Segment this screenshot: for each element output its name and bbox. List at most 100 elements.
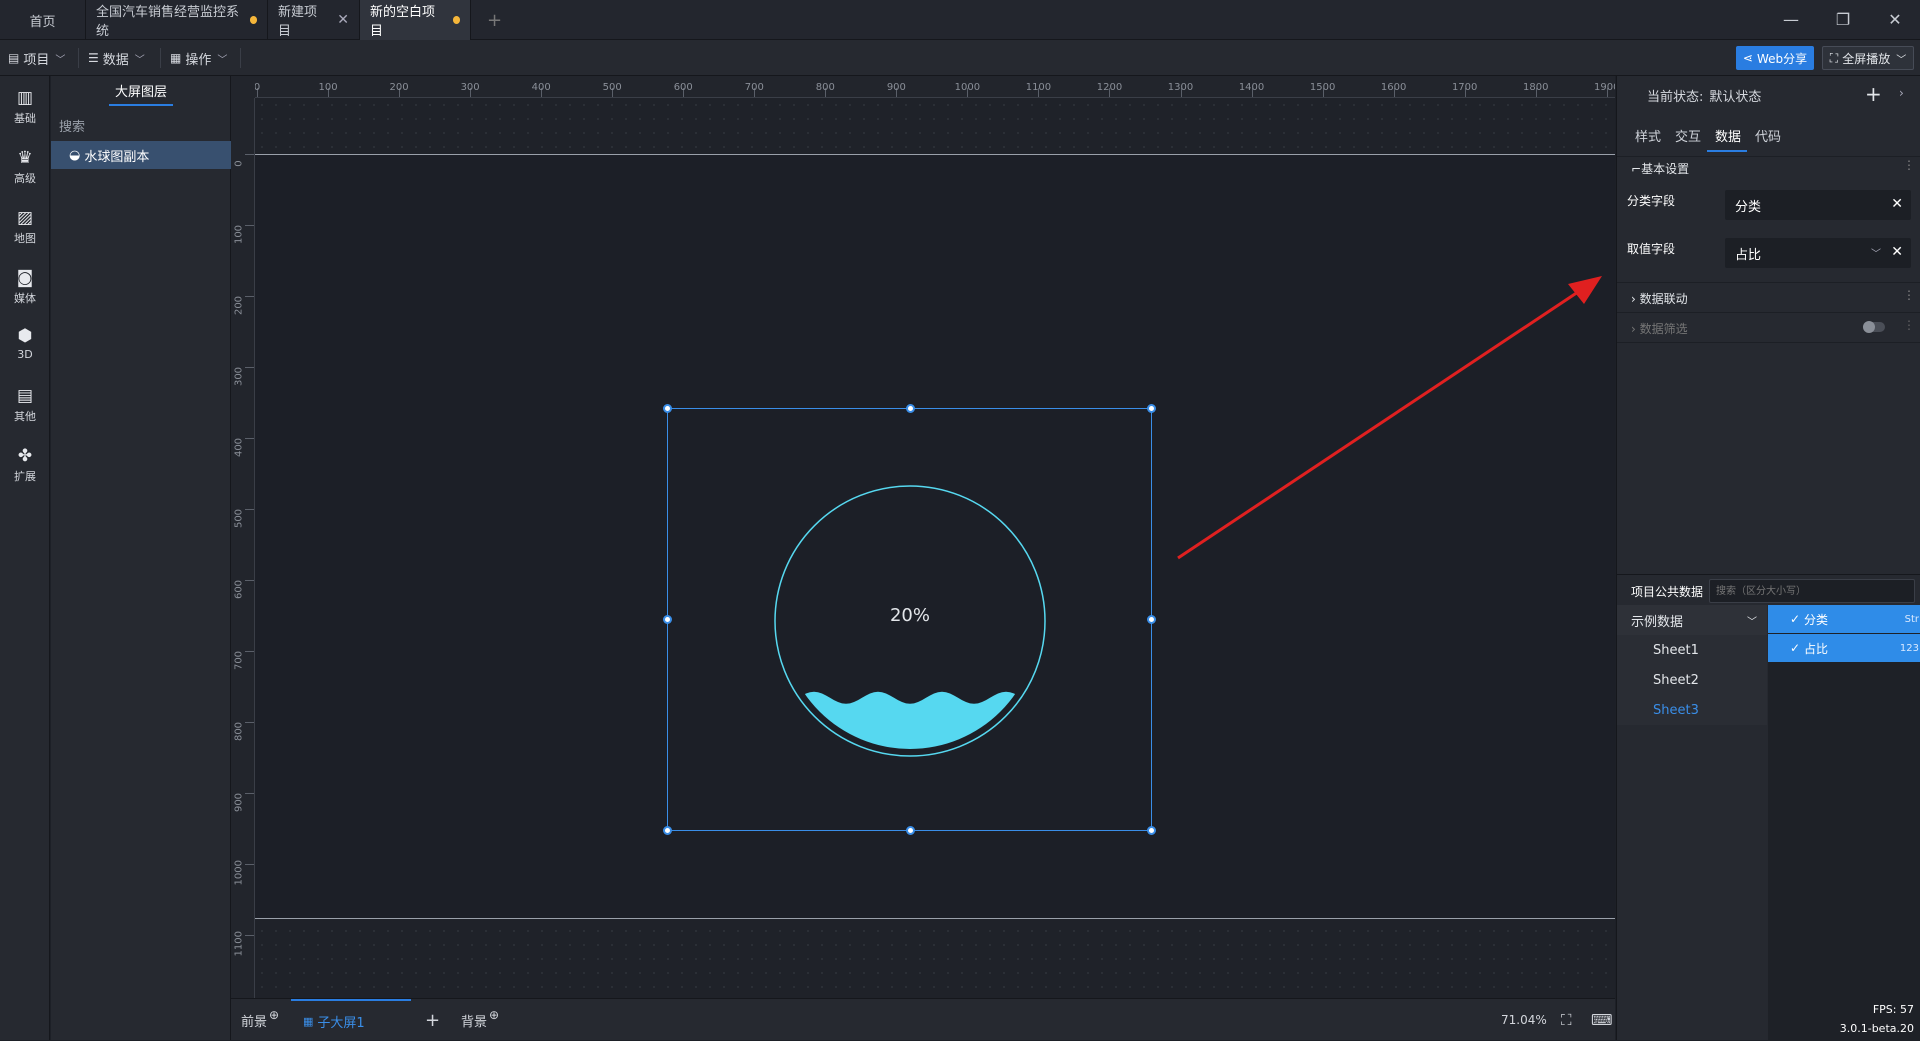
tab-interaction[interactable]: 交互 (1675, 126, 1701, 145)
category-field-label: 分类字段 (1627, 194, 1676, 208)
resize-handle[interactable] (1147, 615, 1156, 624)
resize-handle[interactable] (906, 404, 915, 413)
nav-label: 媒体 (14, 292, 36, 305)
close-window-icon[interactable]: ✕ (1880, 8, 1910, 32)
add-screen-icon[interactable]: + (425, 999, 440, 1041)
value-field-select[interactable]: 占比 ﹀ ✕ (1725, 238, 1911, 268)
data-filter-header[interactable]: › 数据筛选 (1631, 320, 1688, 337)
tab-code[interactable]: 代码 (1755, 126, 1781, 145)
nav-3d[interactable]: ⬢ 3D (0, 326, 50, 380)
add-circle-icon[interactable]: ⊕ (269, 1008, 279, 1022)
add-state-icon[interactable]: + (1865, 82, 1882, 106)
tab-car-sales-system[interactable]: 全国汽车销售经营监控系统 (86, 0, 268, 40)
layer-search-input[interactable]: 搜索 (59, 116, 85, 135)
screen-icon: ▦ (303, 1014, 314, 1028)
public-data-search-input[interactable] (1709, 579, 1915, 603)
ruler-tick (245, 367, 254, 369)
selected-widget-frame[interactable]: 20% (663, 404, 1156, 835)
sheet-item-active[interactable]: Sheet3 (1617, 695, 1767, 725)
sub-screen-tab[interactable]: ▦ 子大屏1 (291, 999, 411, 1041)
tab-label: 新建项目 (278, 5, 318, 39)
chevron-down-icon[interactable]: ﹀ (1871, 245, 1881, 260)
foreground-tab[interactable]: 前景 ⊕ (241, 999, 279, 1041)
resize-handle[interactable] (663, 615, 672, 624)
column-item-category[interactable]: ✓ 分类 Str (1768, 605, 1920, 633)
close-icon[interactable]: ✕ (337, 12, 349, 28)
more-icon[interactable]: ⋮ (1903, 318, 1915, 332)
nav-other[interactable]: ▤ 其他 (0, 386, 50, 440)
tab-data[interactable]: 数据 (1715, 126, 1741, 145)
category-field-select[interactable]: 分类 ✕ (1725, 190, 1911, 220)
divider (1617, 342, 1920, 343)
background-tab[interactable]: 背景 ⊕ (461, 999, 499, 1041)
fit-screen-icon[interactable]: ⛶ (1561, 999, 1572, 1041)
ruler-tick-label: 1300 (1167, 82, 1194, 93)
divider (160, 48, 161, 68)
operation-menu[interactable]: ▦ 操作 ﹀ (170, 40, 227, 76)
state-value[interactable]: 默认状态 (1709, 90, 1761, 105)
data-link-header[interactable]: › 数据联动 (1631, 290, 1688, 307)
chevron-down-icon: ﹀ (134, 54, 145, 66)
active-underline (109, 104, 173, 106)
minimize-icon[interactable]: — (1776, 8, 1806, 32)
ruler-tick-label: 800 (815, 82, 835, 93)
resize-handle[interactable] (663, 404, 672, 413)
data-menu[interactable]: ☰ 数据 ﹀ (88, 40, 145, 76)
layers-tab[interactable]: 大屏图层 (51, 76, 231, 112)
tab-new-project[interactable]: 新建项目 ✕ (268, 0, 360, 40)
basic-settings-header[interactable]: ⌐基本设置 (1631, 160, 1689, 177)
resize-handle[interactable] (906, 826, 915, 835)
ruler-tick (245, 935, 254, 937)
chevron-down-icon: ﹀ (1747, 616, 1757, 628)
sheet-item[interactable]: Sheet1 (1617, 635, 1767, 665)
data-filter-toggle[interactable] (1863, 321, 1885, 333)
active-tab-underline (1707, 150, 1747, 152)
tab-home[interactable]: 首页 (0, 0, 86, 40)
clear-icon[interactable]: ✕ (1891, 196, 1903, 212)
fullscreen-button[interactable]: ⛶ 全屏播放 ﹀ (1822, 46, 1914, 70)
sheet-item[interactable]: Sheet2 (1617, 665, 1767, 695)
field-value: 分类 (1735, 199, 1762, 215)
ruler-tick-label: 300 (233, 367, 245, 387)
nav-label: 高级 (14, 172, 36, 185)
resize-handle[interactable] (1147, 404, 1156, 413)
ruler-tick-label: 500 (233, 509, 245, 529)
add-circle-icon[interactable]: ⊕ (489, 1008, 499, 1022)
resize-handle[interactable] (1147, 826, 1156, 835)
more-icon[interactable]: ⋮ (1903, 288, 1915, 302)
keyboard-icon[interactable]: ⌨ (1591, 999, 1613, 1041)
menu-label: 操作 (185, 52, 212, 68)
nav-extension[interactable]: ✤ 扩展 (0, 446, 50, 500)
horizontal-ruler: 0 100 200 300 400 500 600 700 800 900 1000 1100 1200… (255, 76, 1615, 98)
divider (78, 48, 79, 68)
vertical-ruler: 0 100 200 300 400 500 600 700 800 900 1000 1100 (231, 98, 255, 998)
add-tab-icon[interactable]: + (477, 0, 512, 40)
tab-style[interactable]: 样式 (1635, 126, 1661, 145)
divider (1617, 312, 1920, 313)
sample-data-group[interactable]: 示例数据 ﹀ (1617, 605, 1767, 635)
web-share-button[interactable]: ⋖ Web分享 (1736, 46, 1814, 70)
column-item-ratio[interactable]: ✓ 占比 123 (1768, 634, 1920, 662)
button-label: 全屏播放 (1842, 51, 1891, 66)
nav-label: 基础 (14, 112, 36, 125)
zoom-level: 71.04% (1501, 1013, 1547, 1027)
clear-icon[interactable]: ✕ (1891, 244, 1903, 260)
nav-map[interactable]: ▨ 地图 (0, 208, 50, 262)
nav-advanced[interactable]: ♛ 高级 (0, 148, 50, 202)
ruler-corner (231, 76, 255, 98)
nav-label: 地图 (14, 232, 36, 245)
toolbar: ▤ 项目 ﹀ ☰ 数据 ﹀ ▦ 操作 ﹀ (0, 40, 1920, 76)
layer-item-water-ball[interactable]: ◒ 水球图副本 (51, 141, 231, 169)
ruler-tick-label: 700 (233, 651, 245, 671)
restore-icon[interactable]: ❐ (1828, 8, 1858, 32)
nav-basic[interactable]: ▥ 基础 (0, 88, 50, 142)
project-menu[interactable]: ▤ 项目 ﹀ (8, 40, 65, 76)
more-icon[interactable]: ⋮ (1903, 158, 1915, 172)
chevron-right-icon[interactable]: › (1899, 86, 1904, 100)
resize-handle[interactable] (663, 826, 672, 835)
tab-blank-project[interactable]: 新的空白项目 (360, 0, 471, 40)
ruler-tick-label: 0 (233, 160, 245, 167)
nav-media[interactable]: ◙ 媒体 (0, 268, 50, 322)
water-ball-value: 20% (890, 605, 930, 626)
ruler-tick-label: 1900 (1594, 82, 1615, 93)
